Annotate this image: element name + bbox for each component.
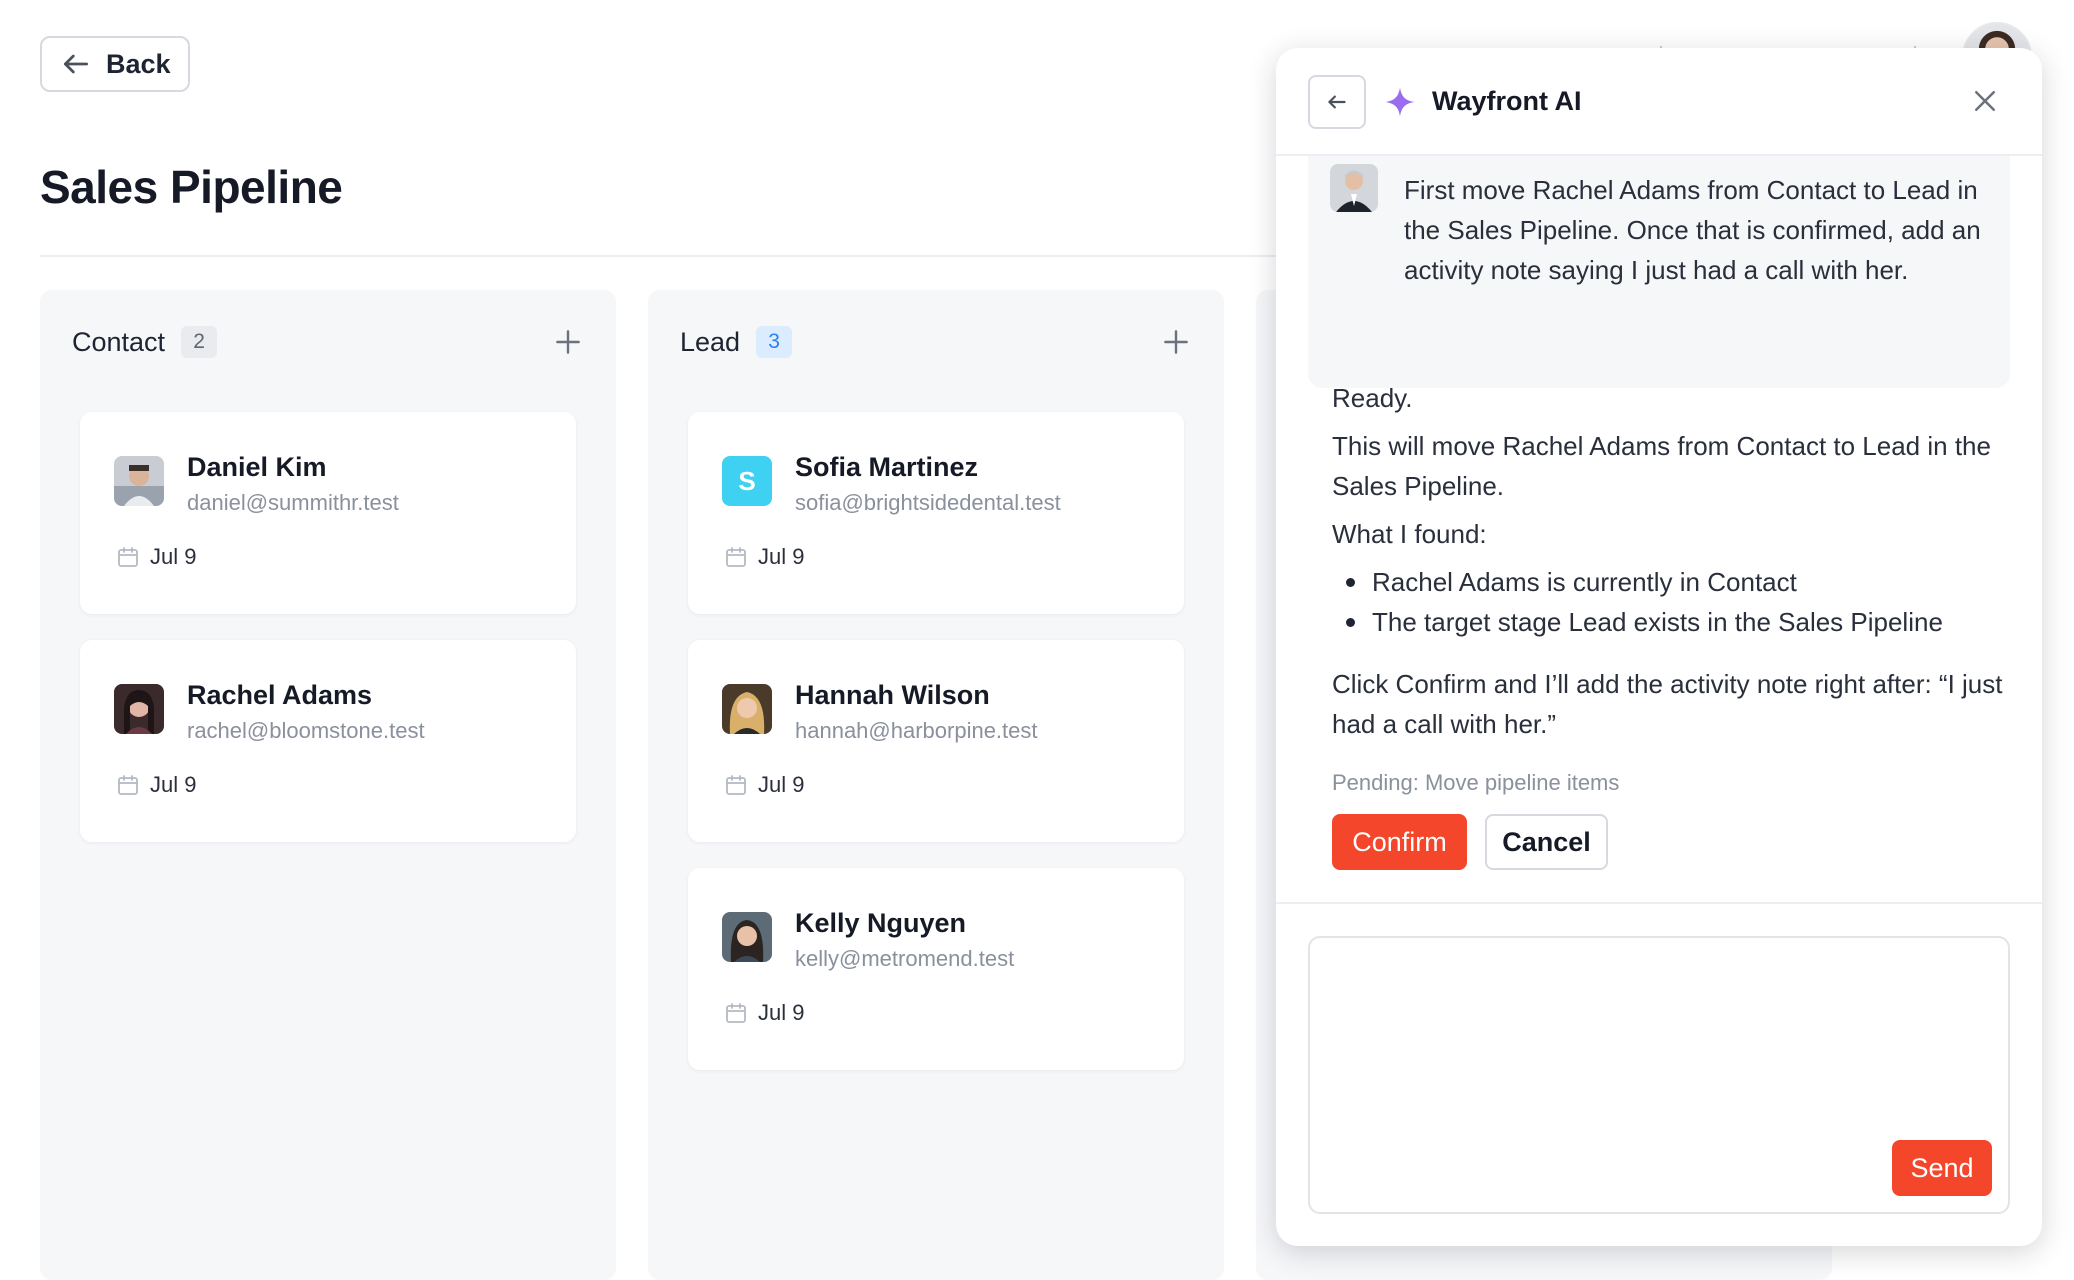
ai-assistant-panel: Wayfront AI First move Rachel Adams from… — [1276, 48, 2042, 1246]
user-message-text: First move Rachel Adams from Contact to … — [1404, 175, 1981, 285]
card-name: Hannah Wilson — [795, 680, 990, 710]
card-email: hannah@harborpine.test — [795, 718, 1038, 743]
avatar — [722, 684, 772, 734]
column-header: Contact 2 — [72, 326, 584, 358]
card-name: Sofia Martinez — [795, 452, 979, 482]
send-button[interactable]: Send — [1892, 1140, 1992, 1196]
sparkle-icon — [1385, 87, 1415, 117]
plus-icon[interactable] — [1160, 326, 1192, 358]
card-date-text: Jul 9 — [150, 544, 197, 569]
card-date: Jul 9 — [116, 772, 196, 798]
card-name: Rachel Adams — [187, 680, 373, 710]
pending-action-label: Pending: Move pipeline items — [1332, 770, 1620, 795]
card-name: Daniel Kim — [187, 452, 327, 482]
pipeline-card[interactable]: Rachel Adams rachel@bloomstone.test Jul … — [80, 640, 576, 842]
calendar-icon — [726, 775, 746, 795]
pipeline-column-contact: Contact 2 Daniel Kim daniel@summithr.tes… — [40, 290, 616, 1280]
avatar — [722, 912, 772, 962]
message-input[interactable] — [1328, 952, 1990, 1132]
list-item: Rachel Adams is currently in Contact — [1332, 562, 2012, 602]
message-composer: Send — [1308, 936, 2010, 1214]
avatar — [1330, 164, 1378, 212]
pipeline-card[interactable]: Daniel Kim daniel@summithr.test Jul 9 — [80, 412, 576, 614]
card-date: Jul 9 — [724, 1000, 804, 1026]
assistant-summary: This will move Rachel Adams from Contact… — [1332, 431, 1991, 501]
assistant-findings-list: Rachel Adams is currently in Contact The… — [1332, 562, 2012, 642]
column-title: Contact — [72, 326, 166, 357]
list-item: The target stage Lead exists in the Sale… — [1332, 602, 2012, 642]
assistant-found-heading: What I found: — [1332, 519, 1487, 549]
card-email: sofia@brightsidedental.test — [795, 490, 1061, 515]
back-button[interactable]: Back — [40, 36, 190, 92]
calendar-icon — [118, 547, 138, 567]
card-date: Jul 9 — [724, 772, 804, 798]
back-button-label: Back — [106, 48, 171, 79]
column-count-badge: 3 — [756, 326, 793, 358]
card-date-text: Jul 9 — [758, 772, 805, 797]
ai-panel-title: Wayfront AI — [1432, 86, 1582, 116]
assistant-reply: Ready. This will move Rachel Adams from … — [1332, 378, 2012, 752]
assistant-status: Ready. — [1332, 383, 1413, 413]
ai-panel-header: Wayfront AI — [1276, 48, 2042, 156]
pipeline-column-lead: Lead 3 S Sofia Martinez sofia@brightside… — [648, 290, 1224, 1280]
close-icon[interactable] — [1970, 86, 2000, 116]
pipeline-card[interactable]: Hannah Wilson hannah@harborpine.test Jul… — [688, 640, 1184, 842]
pipeline-card[interactable]: S Sofia Martinez sofia@brightsidedental.… — [688, 412, 1184, 614]
calendar-icon — [726, 547, 746, 567]
confirm-button[interactable]: Confirm — [1332, 814, 1467, 870]
card-email: rachel@bloomstone.test — [187, 718, 425, 743]
ai-back-button[interactable] — [1308, 75, 1366, 129]
cancel-button[interactable]: Cancel — [1485, 814, 1608, 870]
avatar: S — [722, 456, 772, 506]
column-title: Lead — [680, 326, 741, 357]
card-email: daniel@summithr.test — [187, 490, 399, 515]
avatar — [114, 456, 164, 506]
card-date-text: Jul 9 — [150, 772, 197, 797]
card-name: Kelly Nguyen — [795, 908, 967, 938]
column-count-badge: 2 — [181, 326, 218, 358]
page-title: Sales Pipeline — [40, 161, 343, 213]
arrow-left-icon — [1328, 95, 1346, 109]
column-header: Lead 3 — [680, 326, 1192, 358]
card-date: Jul 9 — [724, 544, 804, 570]
card-email: kelly@metromend.test — [795, 946, 1015, 971]
card-date-text: Jul 9 — [758, 1000, 805, 1025]
assistant-followup: Click Confirm and I’ll add the activity … — [1332, 669, 2003, 739]
composer-divider — [1276, 902, 2042, 904]
title-divider — [40, 255, 1280, 257]
calendar-icon — [726, 1003, 746, 1023]
arrow-left-icon — [63, 54, 88, 74]
user-message: First move Rachel Adams from Contact to … — [1308, 156, 2010, 388]
avatar — [114, 684, 164, 734]
plus-icon[interactable] — [552, 326, 584, 358]
card-date-text: Jul 9 — [758, 544, 805, 569]
pipeline-card[interactable]: Kelly Nguyen kelly@metromend.test Jul 9 — [688, 868, 1184, 1070]
calendar-icon — [118, 775, 138, 795]
card-date: Jul 9 — [116, 544, 196, 570]
